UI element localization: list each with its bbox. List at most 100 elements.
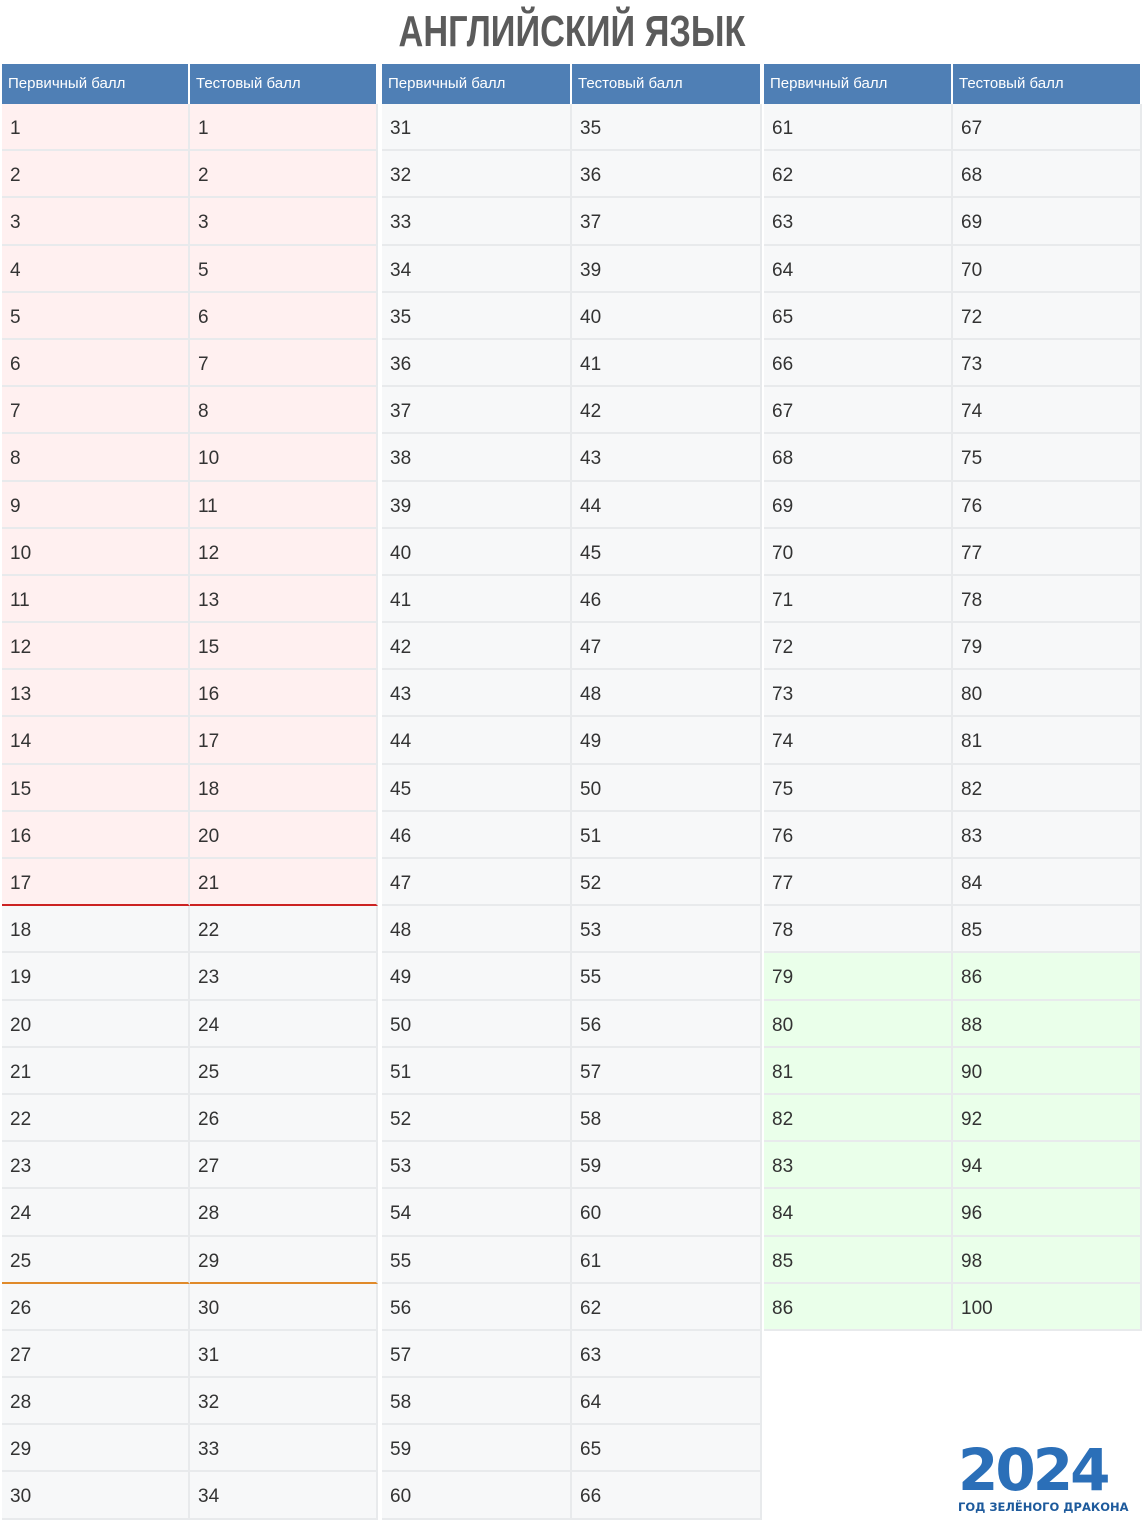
test-score-cell: 70 xyxy=(953,245,1142,293)
table-row: 54 60 xyxy=(382,1189,762,1237)
primary-score-cell: 35 xyxy=(382,292,572,340)
header-primary-score: Первичный балл xyxy=(2,64,190,104)
primary-score-cell: 3 xyxy=(2,198,190,246)
table-row: 13 16 xyxy=(2,670,378,718)
test-score-cell: 42 xyxy=(572,387,762,435)
test-score-cell: 94 xyxy=(953,1142,1142,1190)
test-score-cell: 17 xyxy=(190,717,378,765)
primary-score-cell: 36 xyxy=(382,339,572,388)
table-row: 68 75 xyxy=(764,434,1142,482)
year-logo: 2024 ГОД ЗЕЛЁНОГО ДРАКОНА xyxy=(958,1440,1129,1520)
table-row: 45 xyxy=(2,245,378,293)
primary-score-cell: 73 xyxy=(764,670,953,718)
table-row: 43 48 xyxy=(382,670,762,718)
table-header: Первичный балл Тестовый балл xyxy=(382,64,762,104)
table-row: 30 34 xyxy=(2,1472,378,1520)
test-score-cell: 2 xyxy=(190,151,378,199)
test-score-cell: 55 xyxy=(572,953,762,1001)
table-row: 85 98 xyxy=(764,1236,1142,1284)
test-score-cell: 12 xyxy=(190,528,378,576)
table-row: 9 11 xyxy=(2,481,378,529)
primary-score-cell: 32 xyxy=(382,151,572,199)
test-score-cell: 96 xyxy=(953,1189,1142,1237)
primary-score-cell: 19 xyxy=(2,953,190,1001)
primary-score-cell: 48 xyxy=(382,906,572,954)
test-score-cell: 52 xyxy=(572,859,762,907)
primary-score-cell: 69 xyxy=(764,481,953,529)
primary-score-cell: 9 xyxy=(2,481,190,529)
primary-score-cell: 53 xyxy=(382,1142,572,1190)
test-score-cell: 92 xyxy=(953,1094,1142,1143)
primary-score-cell: 4 xyxy=(2,245,190,293)
table-header: Первичный балл Тестовый балл xyxy=(764,64,1142,104)
header-test-score: Тестовый балл xyxy=(190,64,378,104)
test-score-cell: 10 xyxy=(190,434,378,482)
test-score-cell: 47 xyxy=(572,623,762,671)
primary-score-cell: 38 xyxy=(382,434,572,482)
test-score-cell: 61 xyxy=(572,1236,762,1284)
test-score-cell: 6 xyxy=(190,292,378,340)
table-row: 23 27 xyxy=(2,1142,378,1190)
primary-score-cell: 11 xyxy=(2,575,190,624)
test-score-cell: 21 xyxy=(190,859,378,907)
test-score-cell: 24 xyxy=(190,1000,378,1048)
primary-score-cell: 23 xyxy=(2,1142,190,1190)
table-row: 41 46 xyxy=(382,575,762,624)
primary-score-cell: 57 xyxy=(382,1330,572,1379)
header-primary-score: Первичный балл xyxy=(382,64,572,104)
table-row: 55 61 xyxy=(382,1236,762,1284)
table-row: 25 29 xyxy=(2,1236,378,1284)
test-score-cell: 26 xyxy=(190,1094,378,1143)
primary-score-cell: 29 xyxy=(2,1425,190,1473)
test-score-cell: 66 xyxy=(572,1472,762,1520)
primary-score-cell: 63 xyxy=(764,198,953,246)
test-score-cell: 74 xyxy=(953,387,1142,435)
table-row: 75 82 xyxy=(764,764,1142,812)
table-row: 64 70 xyxy=(764,245,1142,293)
primary-score-cell: 45 xyxy=(382,764,572,812)
table-row: 45 50 xyxy=(382,764,762,812)
test-score-cell: 45 xyxy=(572,528,762,576)
test-score-cell: 27 xyxy=(190,1142,378,1190)
table-row: 22 26 xyxy=(2,1094,378,1143)
test-score-cell: 83 xyxy=(953,811,1142,859)
table-row: 62 68 xyxy=(764,151,1142,199)
test-score-cell: 18 xyxy=(190,764,378,812)
table-row: 65 72 xyxy=(764,292,1142,340)
primary-score-cell: 76 xyxy=(764,811,953,859)
table-row: 86 100 xyxy=(764,1283,1142,1331)
primary-score-cell: 49 xyxy=(382,953,572,1001)
test-score-cell: 80 xyxy=(953,670,1142,718)
test-score-cell: 48 xyxy=(572,670,762,718)
table-row: 53 59 xyxy=(382,1142,762,1190)
test-score-cell: 58 xyxy=(572,1094,762,1143)
table-row: 28 32 xyxy=(2,1378,378,1426)
table-row: 33 37 xyxy=(382,198,762,246)
table-row: 47 52 xyxy=(382,859,762,907)
table-row: 32 36 xyxy=(382,151,762,199)
table-row: 37 42 xyxy=(382,387,762,435)
table-row: 78 85 xyxy=(764,906,1142,954)
table-row: 84 96 xyxy=(764,1189,1142,1237)
table-row: 63 69 xyxy=(764,198,1142,246)
table-row: 44 49 xyxy=(382,717,762,765)
test-score-cell: 31 xyxy=(190,1330,378,1379)
table-row: 11 13 xyxy=(2,575,378,624)
primary-score-cell: 70 xyxy=(764,528,953,576)
table-row: 48 53 xyxy=(382,906,762,954)
table-row: 29 33 xyxy=(2,1425,378,1473)
table-row: 36 41 xyxy=(382,339,762,388)
table-row: 50 56 xyxy=(382,1000,762,1048)
primary-score-cell: 20 xyxy=(2,1000,190,1048)
primary-score-cell: 59 xyxy=(382,1425,572,1473)
primary-score-cell: 66 xyxy=(764,339,953,388)
test-score-cell: 88 xyxy=(953,1000,1142,1048)
test-score-cell: 30 xyxy=(190,1283,378,1331)
test-score-cell: 3 xyxy=(190,198,378,246)
test-score-cell: 5 xyxy=(190,245,378,293)
test-score-cell: 62 xyxy=(572,1283,762,1331)
header-test-score: Тестовый балл xyxy=(953,64,1142,104)
table-row: 67 74 xyxy=(764,387,1142,435)
table-row: 77 84 xyxy=(764,859,1142,907)
table-row: 15 18 xyxy=(2,764,378,812)
